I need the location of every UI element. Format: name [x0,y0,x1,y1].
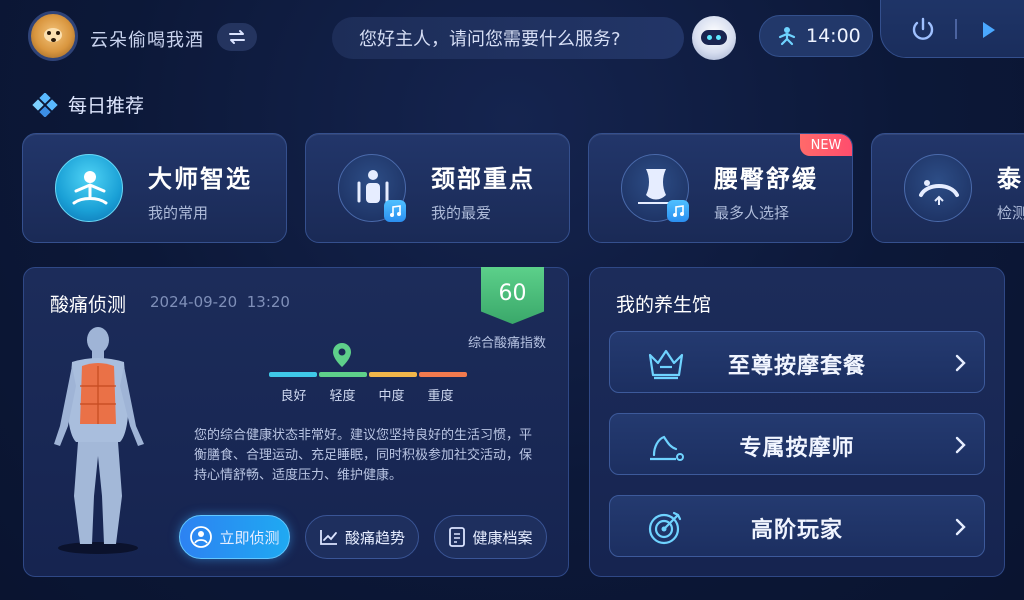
soreness-trend-button[interactable]: 酸痛趋势 [305,515,419,559]
switch-account-button[interactable] [217,23,257,51]
scale-segment-severe [419,372,467,377]
person-icon [778,27,796,46]
chevron-right-icon [955,436,966,454]
session-timer[interactable]: 14:00 [759,15,873,57]
detection-datetime: 2024-09-20 13:20 [150,293,290,311]
chevron-right-icon [955,354,966,372]
document-icon [449,527,466,547]
card-neck-focus[interactable]: 颈部重点 我的最爱 [305,133,570,243]
time-text: 14:00 [806,25,861,47]
detect-now-button[interactable]: 立即侦测 [179,515,290,559]
scan-icon [190,526,213,548]
chevron-right-icon [955,518,966,536]
scale-segment-mild [319,372,367,377]
exclusive-masseur-button[interactable]: 专属按摩师 [609,413,985,475]
sparkle-icon [32,92,58,117]
control-panel [880,0,1024,58]
username: 云朵偷喝我酒 [90,30,204,51]
switch-icon [229,30,245,44]
supreme-massage-package-button[interactable]: 至尊按摩套餐 [609,331,985,393]
play-icon [983,22,995,38]
soreness-title: 酸痛侦测 [50,294,127,316]
body-figure [46,326,156,556]
soreness-score-label: 综合酸痛指数 [468,336,547,351]
scale-segment-moderate [369,372,417,377]
play-button[interactable] [976,18,1000,42]
meditation-icon [55,154,123,222]
robot-assistant-icon[interactable] [692,16,736,60]
severity-scale [269,372,467,377]
severity-labels: 良好 轻度 中度 重度 [280,389,454,404]
card-master-select[interactable]: 大师智选 我的常用 [22,133,287,243]
music-badge-icon [384,200,406,222]
new-badge: NEW [800,134,852,156]
music-badge-icon [667,200,689,222]
avatar[interactable] [28,11,78,61]
card-waist-relief[interactable]: 腰臀舒缓 最多人选择 NEW [588,133,853,243]
assistant-greeting[interactable]: 您好主人，请问您需要什么服务? [332,17,684,59]
power-button[interactable] [908,14,938,44]
wellness-title: 我的养生馆 [616,294,712,316]
health-description: 您的综合健康状态非常好。建议您坚持良好的生活习惯，平衡膳食、合理运动、充足睡眠，… [194,428,533,483]
daily-recommend-title: 每日推荐 [32,91,144,118]
power-icon [912,17,934,40]
advanced-player-button[interactable]: 高阶玩家 [609,495,985,557]
location-pin-icon [330,341,354,369]
health-records-button[interactable]: 健康档案 [434,515,547,559]
card-thai-stretch[interactable]: 泰 检测 [871,133,1024,243]
scale-segment-good [269,372,317,377]
divider [955,19,957,39]
stretch-icon [904,154,972,222]
trend-chart-icon [320,530,337,545]
